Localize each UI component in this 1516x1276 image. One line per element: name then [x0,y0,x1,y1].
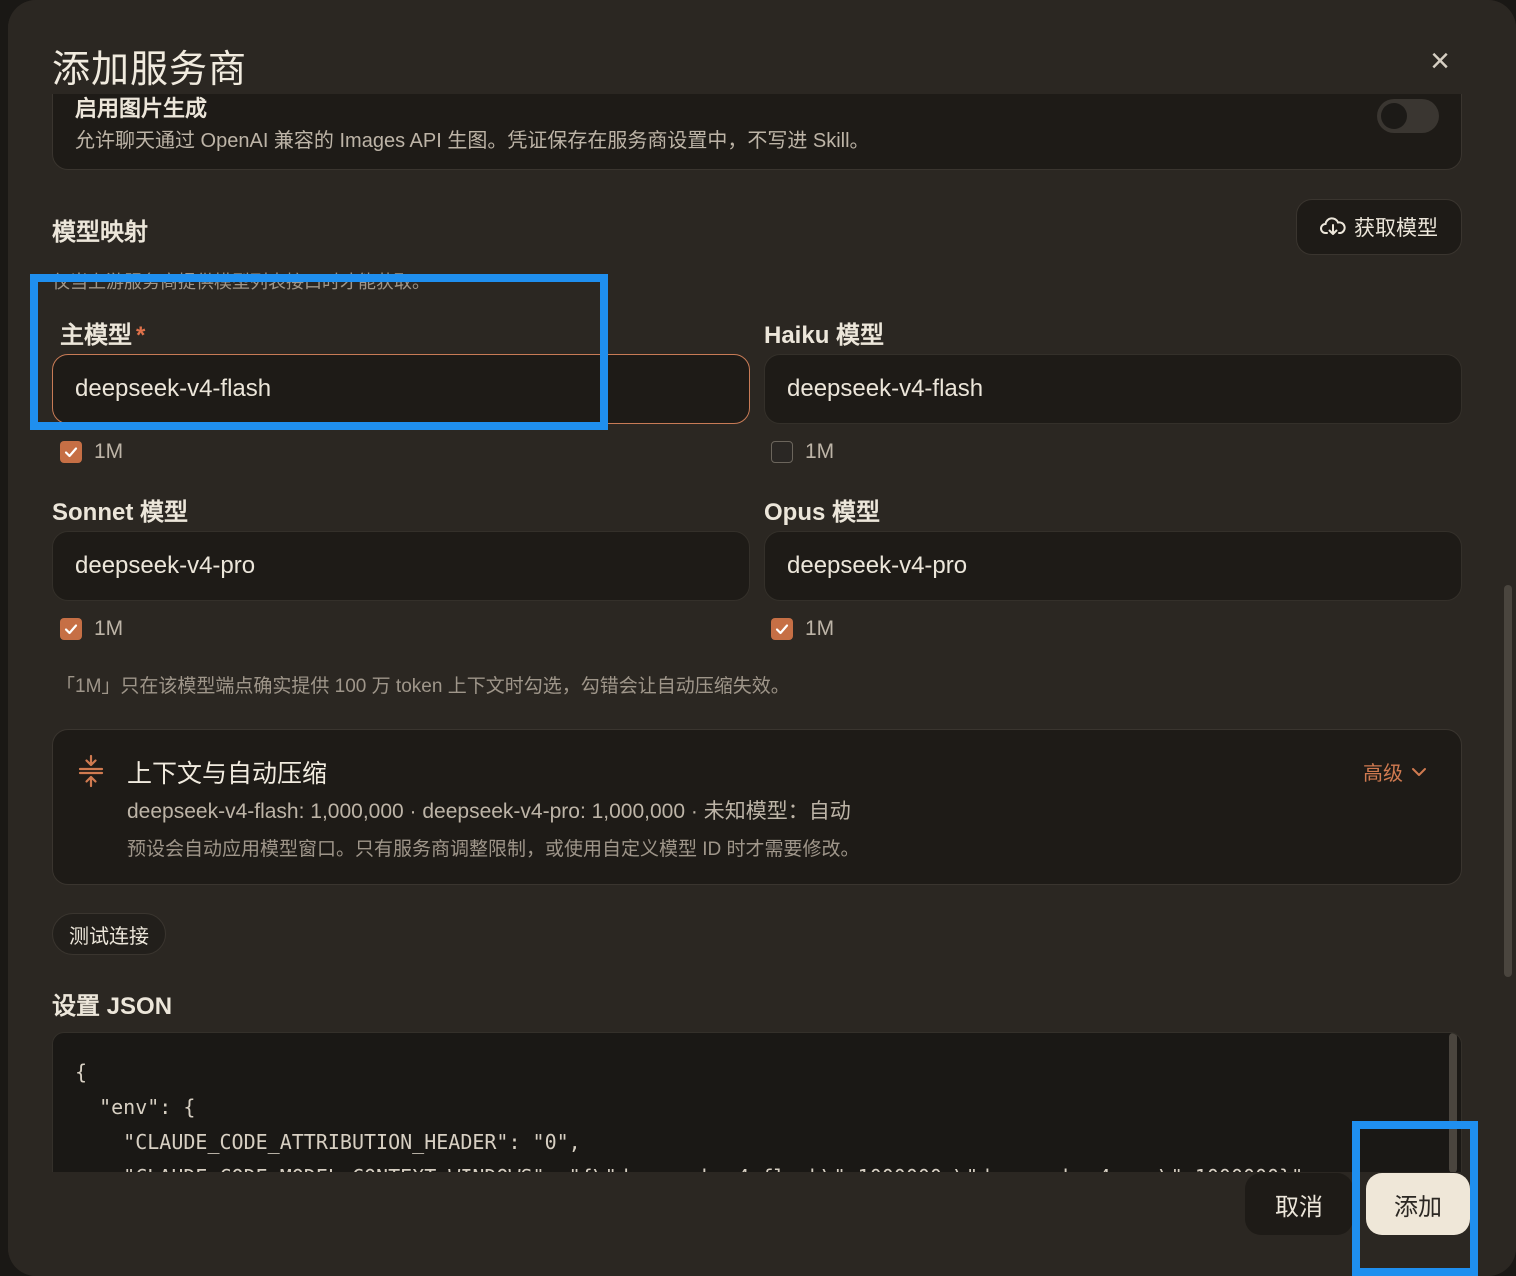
haiku-model-input[interactable] [764,354,1462,424]
sonnet-model-label: Sonnet 模型 [52,499,188,526]
dialog-title: 添加服务商 [52,47,248,91]
image-generation-heading: 启用图片生成 [75,96,208,121]
check-icon [775,624,789,635]
1m-note: 「1M」只在该模型端点确实提供 100 万 token 上下文时勾选，勾错会让自… [56,676,790,697]
checkbox-checked [60,441,82,463]
checkbox-checked [771,618,793,640]
settings-json-editor[interactable]: { "env": { "CLAUDE_CODE_ATTRIBUTION_HEAD… [52,1032,1462,1172]
context-description: 预设会自动应用模型窗口。只有服务商调整限制，或使用自定义模型 ID 时才需要修改… [127,839,860,860]
check-icon [64,447,78,458]
model-mapping-hint: 仅当上游服务商提供模型列表接口时才能获取。 [52,272,430,292]
main-model-input[interactable] [52,354,750,424]
close-icon[interactable]: × [1426,44,1454,78]
advanced-label: 高级 [1363,763,1403,785]
model-mapping-title: 模型映射 [52,219,148,246]
image-generation-toggle[interactable] [1377,99,1439,133]
dialog-content: 启用图片生成 允许聊天通过 OpenAI 兼容的 Images API 生图。凭… [8,0,1516,1172]
json-line: "CLAUDE_CODE_MODEL_CONTEXT_WINDOWS": "{\… [75,1160,1315,1172]
json-line: "CLAUDE_CODE_ATTRIBUTION_HEADER": "0", [75,1130,581,1154]
image-generation-description: 允许聊天通过 OpenAI 兼容的 Images API 生图。凭证保存在服务商… [75,130,870,152]
add-provider-dialog: 启用图片生成 允许聊天通过 OpenAI 兼容的 Images API 生图。凭… [8,0,1516,1276]
haiku-model-1m-label: 1M [805,440,835,463]
fetch-models-button[interactable]: 获取模型 [1296,199,1462,255]
test-connection-button[interactable]: 测试连接 [52,913,166,955]
haiku-model-label: Haiku 模型 [764,322,885,349]
settings-json-title: 设置 JSON [52,993,173,1020]
context-compact-card: 上下文与自动压缩 deepseek-v4-flash: 1,000,000 · … [52,729,1462,885]
sonnet-model-1m-label: 1M [94,617,124,640]
sonnet-model-1m-checkbox[interactable]: 1M [60,617,123,641]
main-model-1m-checkbox[interactable]: 1M [60,440,123,464]
main-model-label: 主模型 * [60,315,145,350]
json-code: { "env": { "CLAUDE_CODE_ATTRIBUTION_HEAD… [75,1055,1315,1172]
haiku-model-1m-checkbox[interactable]: 1M [771,440,834,464]
context-title: 上下文与自动压缩 [127,760,328,788]
required-mark: * [136,322,146,349]
sonnet-model-input[interactable] [52,531,750,601]
json-line: { [75,1060,88,1084]
main-model-1m-label: 1M [94,440,124,463]
opus-model-1m-label: 1M [805,617,835,640]
main-model-label-text: 主模型 [60,322,132,349]
context-summary: deepseek-v4-flash: 1,000,000 · deepseek-… [127,800,851,823]
json-scrollbar[interactable] [1449,1033,1457,1172]
cloud-download-icon [1320,217,1346,235]
chevron-down-icon [1412,767,1426,776]
advanced-toggle[interactable]: 高级 [1363,757,1427,786]
compress-icon [78,754,104,788]
opus-model-input[interactable] [764,531,1462,601]
checkbox-checked [60,618,82,640]
checkbox-unchecked [771,441,793,463]
opus-model-1m-checkbox[interactable]: 1M [771,617,834,641]
opus-model-label: Opus 模型 [764,499,881,526]
fetch-models-label: 获取模型 [1354,217,1438,240]
dialog-header: 添加服务商 × [8,0,1516,94]
dialog-scrollbar[interactable] [1504,585,1512,977]
toggle-knob [1381,103,1407,129]
add-button[interactable]: 添加 [1366,1173,1470,1235]
json-line: "env": { [75,1095,196,1119]
check-icon [64,624,78,635]
cancel-button[interactable]: 取消 [1245,1173,1353,1235]
